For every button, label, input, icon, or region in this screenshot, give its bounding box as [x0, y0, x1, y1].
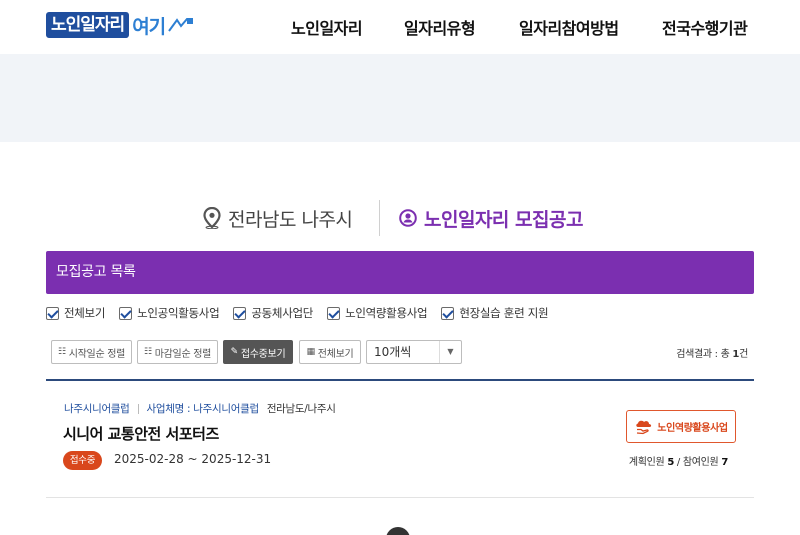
listing-title[interactable]: 시니어 교통안전 서포터즈	[63, 423, 219, 444]
prev-page-icon[interactable]: ‹	[362, 527, 386, 535]
logo-flag-icon	[168, 18, 194, 32]
page-size-value: 10개씩	[374, 345, 412, 359]
planned-count: 5	[667, 457, 675, 468]
nav-job-types[interactable]: 일자리유형	[404, 15, 476, 39]
logo-accent-text: 여기	[132, 15, 166, 38]
list-header: 모집공고 목록	[46, 251, 754, 294]
site-header: 노인일자리 여기 노인일자리 일자리유형 일자리참여방법 전국수행기관	[0, 0, 800, 54]
filter-label: 노인역량활용사업	[345, 306, 428, 320]
filter-label: 전체보기	[64, 306, 106, 320]
title-divider	[379, 200, 380, 236]
chevron-down-icon[interactable]: ▼	[439, 341, 461, 363]
participants-count: 7	[721, 457, 728, 468]
page-title-text: 노인일자리 모집공고	[424, 208, 583, 231]
business-name-link[interactable]: 사업체명 : 나주시니어클럽	[147, 401, 260, 416]
organization-link[interactable]: 나주시니어클럽	[64, 401, 130, 416]
filter-all[interactable]: 전체보기	[46, 305, 105, 321]
filter-public-service[interactable]: 노인공익활동사업	[119, 305, 220, 321]
search-result-count: 검색결과 : 총 1건	[676, 345, 748, 360]
page-size-select[interactable]: 10개씩 ▼	[366, 340, 462, 364]
result-suffix: 건	[739, 349, 748, 360]
result-prefix: 검색결과 : 총	[676, 349, 733, 360]
next-page-icon[interactable]: ›	[410, 527, 434, 535]
page-current[interactable]	[386, 527, 410, 535]
meta-separator	[137, 403, 139, 414]
location-selector[interactable]: 전라남도 나주시	[203, 198, 353, 238]
job-type-badge: 노인역량활용사업	[626, 410, 736, 443]
receiving-only-label: 접수중보기	[240, 348, 286, 360]
filter-community[interactable]: 공동체사업단	[233, 305, 313, 321]
checkbox-checked-icon[interactable]	[119, 306, 133, 320]
sort-start-button[interactable]: ☷ 시작일순 정렬	[51, 340, 132, 364]
user-circle-icon	[399, 209, 417, 227]
listing-region: 전라남도/나주시	[266, 403, 336, 415]
site-logo[interactable]: 노인일자리 여기	[46, 11, 195, 39]
list-icon: ☷	[143, 347, 152, 357]
last-page-icon[interactable]: »	[434, 527, 458, 535]
list-bottom-divider	[46, 497, 754, 498]
listing-period: 2025-02-28 ~ 2025-12-31	[114, 452, 272, 466]
filter-label: 현장실습 훈련 지원	[459, 306, 549, 320]
filter-capacity[interactable]: 노인역량활용사업	[327, 305, 428, 321]
filter-label: 노인공익활동사업	[137, 306, 220, 320]
page-heading: 전라남도 나주시 노인일자리 모집공고	[0, 198, 800, 238]
participants-label: 참여인원	[682, 457, 722, 468]
checkbox-checked-icon[interactable]	[327, 306, 341, 320]
logo-main-text: 노인일자리	[46, 12, 130, 38]
personnel-counts: 계획인원 5 / 참여인원 7	[629, 453, 728, 468]
map-pin-icon	[203, 207, 221, 229]
sort-end-button[interactable]: ☷ 마감일순 정렬	[137, 340, 218, 364]
hero-banner	[0, 54, 800, 142]
view-all-label: 전체보기	[317, 348, 354, 360]
sort-end-label: 마감일순 정렬	[154, 348, 212, 360]
filter-label: 공동체사업단	[251, 306, 314, 320]
planned-label: 계획인원	[628, 457, 668, 468]
nav-agencies[interactable]: 전국수행기관	[662, 15, 748, 39]
pencil-icon: ✎	[230, 347, 239, 357]
checkbox-checked-icon[interactable]	[233, 306, 247, 320]
first-page-icon[interactable]: «	[338, 527, 362, 535]
checkbox-checked-icon[interactable]	[46, 306, 59, 320]
category-filters: 전체보기 노인공익활동사업 공동체사업단 노인역량활용사업 현장실습 훈련 지원	[46, 305, 562, 321]
checkbox-checked-icon[interactable]	[441, 306, 455, 320]
listing-meta: 나주시니어클럽 사업체명 : 나주시니어클럽 전라남도/나주시	[64, 401, 336, 416]
cloud-hand-icon	[636, 420, 652, 434]
page-title: 노인일자리 모집공고	[399, 198, 583, 238]
location-label: 전라남도 나주시	[228, 208, 353, 231]
pagination: « ‹ › »	[338, 527, 458, 535]
nav-senior-jobs[interactable]: 노인일자리	[291, 15, 363, 39]
job-type-label: 노인역량활용사업	[657, 423, 728, 434]
grid-icon: ▦	[306, 347, 316, 357]
sort-start-label: 시작일순 정렬	[68, 348, 126, 360]
view-all-button[interactable]: ▦ 전체보기	[299, 340, 361, 364]
receiving-only-button[interactable]: ✎ 접수중보기	[223, 340, 293, 364]
list-icon: ☷	[57, 347, 66, 357]
nav-how-to-participate[interactable]: 일자리참여방법	[519, 15, 619, 39]
count-separator: /	[674, 457, 683, 468]
filter-field-training[interactable]: 현장실습 훈련 지원	[441, 305, 549, 321]
status-badge: 접수중	[63, 451, 102, 470]
list-top-divider	[46, 379, 754, 381]
